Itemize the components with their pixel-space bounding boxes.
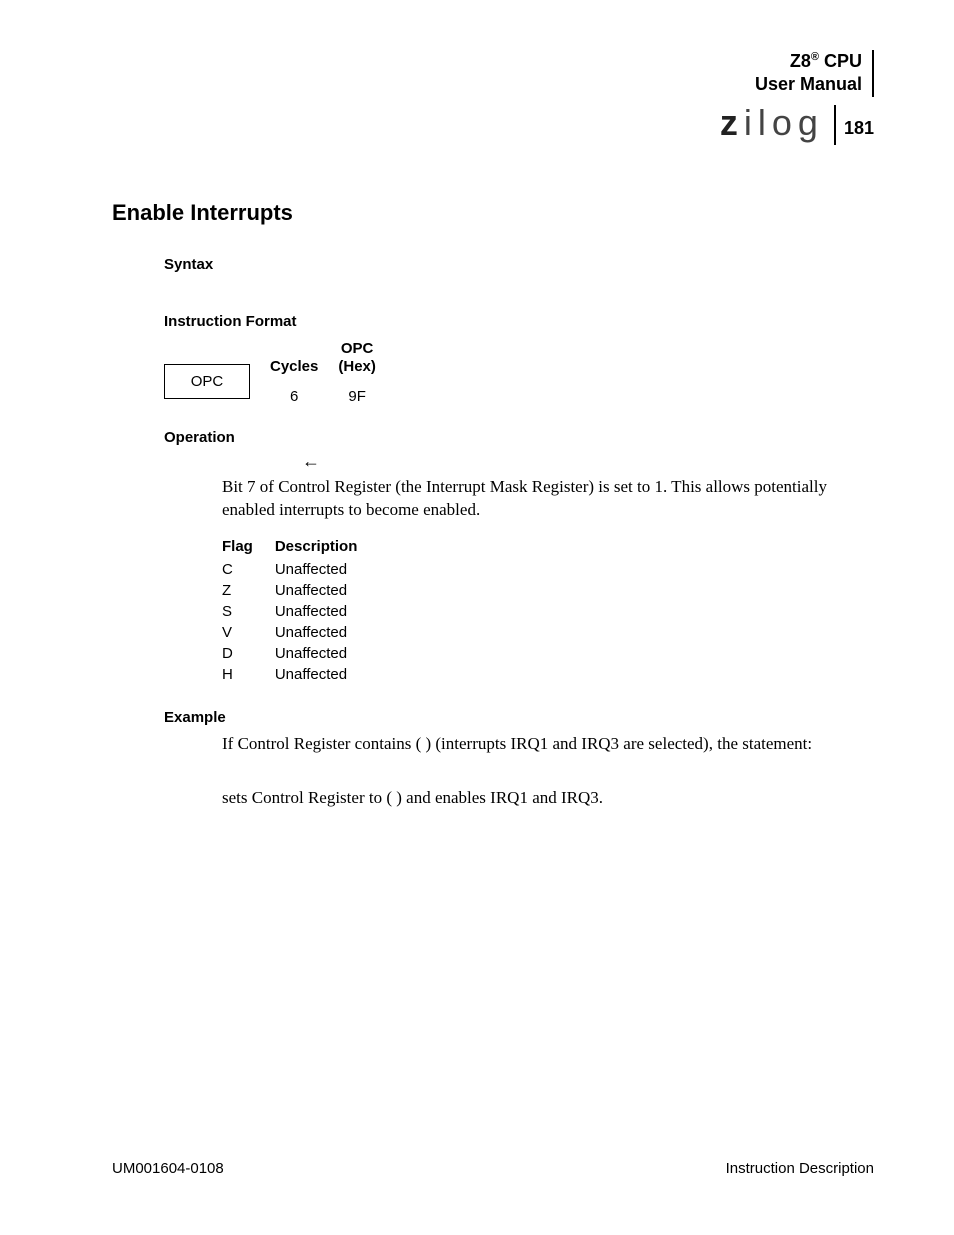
- header-title-block: Z8® CPU User Manual: [755, 50, 874, 97]
- flag-desc: Unaffected: [275, 580, 380, 601]
- flag-desc: Unaffected: [275, 601, 380, 622]
- syntax-section: Syntax: [164, 256, 852, 273]
- flag-desc: Unaffected: [275, 559, 380, 580]
- flag-code: S: [222, 601, 275, 622]
- page-header: Z8® CPU User Manual zilog 181: [720, 50, 874, 145]
- footer-right: Instruction Description: [726, 1160, 874, 1177]
- flag-code: C: [222, 559, 275, 580]
- opc-hex-header-l1: OPC: [338, 340, 376, 358]
- flags-header-row: Flag Description: [222, 536, 379, 559]
- opc-hex-header-l2: (Hex): [338, 358, 376, 376]
- flag-desc: Unaffected: [275, 664, 380, 685]
- opc-hex-value: 9F: [348, 388, 366, 405]
- content-area: Enable Interrupts Syntax Instruction For…: [112, 200, 852, 809]
- flag-row: D Unaffected: [222, 643, 379, 664]
- cycles-column: Cycles 6: [270, 336, 318, 405]
- registered-mark: ®: [811, 51, 819, 63]
- flag-code: Z: [222, 580, 275, 601]
- flag-row: V Unaffected: [222, 622, 379, 643]
- product-line-2: User Manual: [755, 73, 862, 96]
- flag-row: C Unaffected: [222, 559, 379, 580]
- flag-row: H Unaffected: [222, 664, 379, 685]
- operation-section: Operation: [164, 429, 852, 446]
- flag-code: V: [222, 622, 275, 643]
- cycles-value: 6: [290, 388, 298, 405]
- format-table: OPC Cycles 6 OPC (Hex) 9F: [164, 336, 852, 405]
- flag-code: D: [222, 643, 275, 664]
- example-body: If Control Register contains ( ) (interr…: [222, 732, 852, 810]
- operation-text: Bit 7 of Control Register (the Interrupt…: [222, 476, 852, 522]
- example-line-1: If Control Register contains ( ) (interr…: [222, 732, 852, 756]
- example-line-2: sets Control Register to ( ) and enables…: [222, 786, 852, 810]
- instruction-format-section: Instruction Format: [164, 313, 852, 330]
- opc-hex-header: OPC (Hex): [338, 336, 376, 376]
- flags-table: Flag Description C Unaffected Z Unaffect…: [222, 536, 379, 685]
- opc-hex-column: OPC (Hex) 9F: [338, 336, 376, 405]
- cycles-header: Cycles: [270, 336, 318, 376]
- syntax-label: Syntax: [164, 256, 852, 273]
- instruction-format-label: Instruction Format: [164, 313, 852, 330]
- logo-row: zilog 181: [720, 105, 874, 145]
- example-section: Example: [164, 709, 852, 726]
- example-label: Example: [164, 709, 852, 726]
- page-footer: UM001604-0108 Instruction Description: [112, 1160, 874, 1177]
- page-title: Enable Interrupts: [112, 200, 852, 226]
- opc-box: OPC: [164, 364, 250, 399]
- flag-desc: Unaffected: [275, 622, 380, 643]
- flags-header-desc: Description: [275, 536, 380, 559]
- flag-code: H: [222, 664, 275, 685]
- operation-label: Operation: [164, 429, 852, 446]
- flags-header-flag: Flag: [222, 536, 275, 559]
- product-line-1: Z8® CPU: [755, 50, 862, 73]
- product-name: Z8: [790, 51, 811, 71]
- product-suffix: CPU: [819, 51, 862, 71]
- operation-body: ← Bit 7 of Control Register (the Interru…: [222, 452, 852, 685]
- flag-row: S Unaffected: [222, 601, 379, 622]
- footer-left: UM001604-0108: [112, 1160, 224, 1177]
- flag-row: Z Unaffected: [222, 580, 379, 601]
- left-arrow-icon: ←: [302, 452, 852, 470]
- zilog-logo: zilog: [720, 105, 836, 145]
- page: Z8® CPU User Manual zilog 181 Enable Int…: [0, 0, 954, 1235]
- flag-desc: Unaffected: [275, 643, 380, 664]
- page-number: 181: [844, 118, 874, 145]
